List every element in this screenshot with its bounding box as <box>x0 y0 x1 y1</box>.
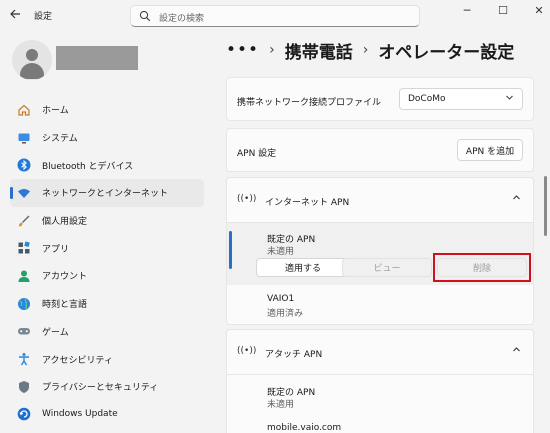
apply-button[interactable]: 適用する <box>256 258 350 277</box>
apn-status: 適用済み <box>267 309 304 319</box>
chevron-down-icon <box>505 93 514 105</box>
sidebar-item-label: Windows Update <box>42 409 118 420</box>
profile-card: 携帯ネットワーク接続プロファイル DoCoMo <box>226 77 534 121</box>
sidebar-item-accounts[interactable]: アカウント <box>10 262 204 290</box>
sidebar-item-apps[interactable]: アプリ <box>10 234 204 262</box>
selection-indicator <box>229 231 232 269</box>
sidebar-item-label: アクセシビリティ <box>42 355 114 366</box>
list-item[interactable]: 既定の APN 未適用 <box>226 375 534 415</box>
sidebar-item-time-language[interactable]: 時刻と言語 <box>10 290 204 318</box>
sidebar-item-label: プライバシーとセキュリティ <box>42 383 159 394</box>
avatar-body <box>20 63 44 79</box>
privacy-icon <box>17 380 31 394</box>
breadcrumb-overflow-button[interactable]: ••• <box>226 40 259 60</box>
antenna-icon: ((•)) <box>237 346 257 356</box>
personalization-icon <box>17 214 31 228</box>
apn-status: 未適用 <box>267 400 295 410</box>
profile-dropdown[interactable]: DoCoMo <box>399 88 523 110</box>
list-item[interactable]: mobile.vaio.com <box>226 415 534 433</box>
app-title: 設定 <box>34 12 53 22</box>
sidebar-item-gaming[interactable]: ゲーム <box>10 318 204 346</box>
view-button[interactable]: ビュー <box>342 258 432 277</box>
search-input[interactable]: 設定の検索 <box>130 5 420 27</box>
sidebar-item-label: アプリ <box>42 244 70 255</box>
sidebar-item-label: アカウント <box>42 272 88 283</box>
time-language-icon <box>17 297 31 311</box>
avatar-head <box>26 49 38 61</box>
sidebar-nav: ホーム システム Bluetooth とデバイス ネットワークとインターネット … <box>10 96 204 428</box>
chevron-up-icon <box>512 345 521 357</box>
page-title: オペレーター設定 <box>378 42 515 63</box>
sidebar-item-network[interactable]: ネットワークとインターネット <box>10 179 204 207</box>
minimize-button[interactable]: ─ <box>458 4 476 18</box>
sidebar-item-label: ゲーム <box>42 327 69 338</box>
close-button[interactable]: ✕ <box>530 4 548 18</box>
scrollbar[interactable] <box>544 176 547 236</box>
windows-update-icon <box>17 407 31 421</box>
sidebar-item-windows-update[interactable]: Windows Update <box>10 401 204 429</box>
attach-apn-title: アタッチ APN <box>265 350 323 360</box>
title-bar: 設定 設定の検索 ─ ☐ ✕ <box>0 0 550 30</box>
internet-apn-title: インターネット APN <box>265 198 350 208</box>
bluetooth-icon <box>17 158 31 172</box>
sidebar-item-accessibility[interactable]: アクセシビリティ <box>10 345 204 373</box>
username-redacted <box>56 46 138 70</box>
sidebar-item-system[interactable]: システム <box>10 124 204 152</box>
sidebar-item-home[interactable]: ホーム <box>10 96 204 124</box>
search-icon <box>139 10 151 22</box>
gaming-icon <box>17 324 31 338</box>
avatar[interactable] <box>12 40 52 80</box>
profile-dropdown-value: DoCoMo <box>408 94 446 104</box>
sidebar-item-label: システム <box>42 134 78 145</box>
sidebar-item-label: 個人用設定 <box>42 217 88 228</box>
apps-icon <box>17 241 31 255</box>
profile-label: 携帯ネットワーク接続プロファイル <box>237 98 382 108</box>
add-apn-button[interactable]: APN を追加 <box>457 139 523 161</box>
accessibility-icon <box>17 352 31 366</box>
account-icon <box>17 269 31 283</box>
maximize-button[interactable]: ☐ <box>494 4 512 18</box>
apn-name: mobile.vaio.com <box>267 423 342 433</box>
apn-status: 未適用 <box>267 247 295 257</box>
search-placeholder: 設定の検索 <box>159 14 205 24</box>
apn-settings-label: APN 設定 <box>237 149 277 159</box>
antenna-icon: ((•)) <box>237 194 257 204</box>
sidebar-item-label: Bluetooth とデバイス <box>42 161 134 172</box>
sidebar-item-label: ホーム <box>42 106 69 117</box>
breadcrumb-cellular[interactable]: 携帯電話 <box>285 38 353 63</box>
chevron-up-icon <box>512 193 521 205</box>
apn-name: VAIO1 <box>267 294 295 304</box>
breadcrumb: ••• › 携帯電話 › オペレーター設定 <box>226 36 514 64</box>
list-item[interactable]: VAIO1 適用済み <box>226 285 534 325</box>
chevron-right-icon: › <box>269 42 275 58</box>
sidebar-item-label: ネットワークとインターネット <box>42 189 169 200</box>
apn-settings-card: APN 設定 APN を追加 <box>226 128 534 172</box>
chevron-right-icon: › <box>362 42 369 58</box>
back-arrow-icon[interactable] <box>8 8 22 22</box>
internet-apn-header[interactable]: ((•)) インターネット APN <box>226 177 534 223</box>
attach-apn-header[interactable]: ((•)) アタッチ APN <box>226 329 534 375</box>
system-icon <box>17 131 31 145</box>
highlight-box <box>433 253 531 282</box>
sidebar-item-bluetooth[interactable]: Bluetooth とデバイス <box>10 151 204 179</box>
network-icon <box>17 186 31 200</box>
sidebar-item-label: 時刻と言語 <box>42 300 88 311</box>
sidebar-item-privacy[interactable]: プライバシーとセキュリティ <box>10 373 204 401</box>
sidebar-item-personalization[interactable]: 個人用設定 <box>10 207 204 235</box>
home-icon <box>17 103 31 117</box>
